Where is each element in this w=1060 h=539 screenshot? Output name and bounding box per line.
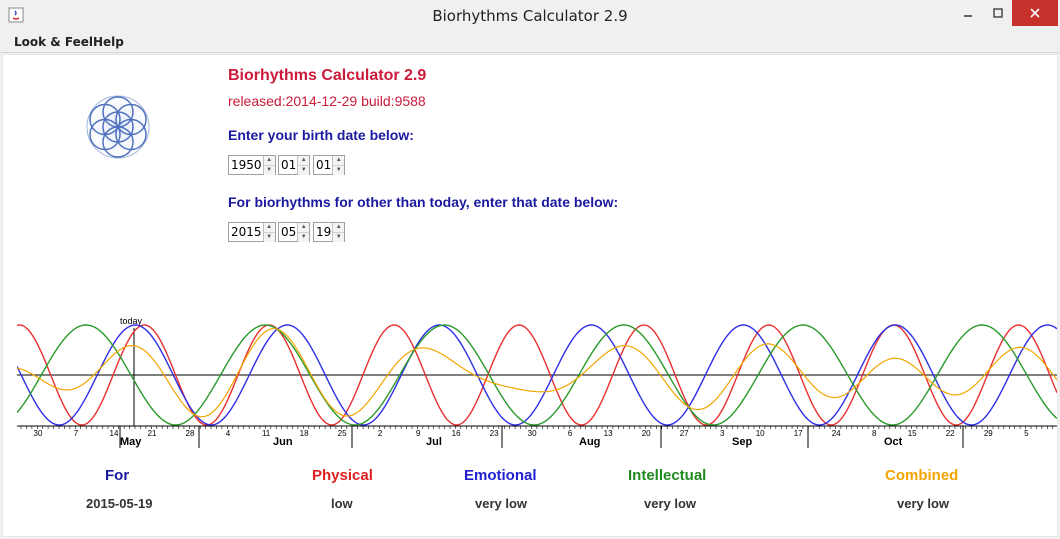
birth-month-value[interactable]: 01 [279, 156, 297, 174]
close-icon [1030, 8, 1040, 18]
chart-day-label: 11 [262, 429, 271, 438]
maximize-icon [993, 8, 1003, 18]
minimize-icon [964, 15, 972, 17]
birth-year-arrows[interactable]: ▲ ▼ [262, 156, 275, 175]
emotional-label: Emotional [464, 467, 537, 484]
physical-label: Physical [312, 467, 373, 484]
birth-year-spinner[interactable]: 1950 ▲ ▼ [228, 155, 276, 175]
spin-up-icon[interactable]: ▲ [298, 223, 310, 233]
spin-down-icon[interactable]: ▼ [298, 166, 310, 175]
birth-day-spinner[interactable]: 01 ▲ ▼ [313, 155, 346, 175]
spin-down-icon[interactable]: ▼ [333, 233, 345, 242]
chart-day-label: 5 [1024, 429, 1029, 438]
target-year-value[interactable]: 2015 [229, 223, 263, 241]
chart-month-label: Oct [884, 436, 903, 448]
chart-day-label: 29 [984, 429, 993, 438]
chart-day-label: 28 [186, 429, 195, 438]
chart-month-label: Sep [732, 436, 752, 448]
close-button[interactable] [1012, 0, 1058, 26]
intellectual-label: Intellectual [628, 467, 707, 484]
chart-day-label: 22 [946, 429, 955, 438]
chart-day-label: 10 [756, 429, 765, 438]
chart-day-label: 27 [680, 429, 689, 438]
chart-day-label: 6 [568, 429, 573, 438]
chart-day-label: 8 [872, 429, 877, 438]
spin-down-icon[interactable]: ▼ [333, 166, 345, 175]
physical-value: low [331, 496, 353, 511]
app-window: Biorhythms Calculator 2.9 Look & Feel He… [0, 0, 1060, 539]
spin-up-icon[interactable]: ▲ [263, 223, 275, 233]
birth-day-value[interactable]: 01 [314, 156, 332, 174]
title-bar[interactable]: Biorhythms Calculator 2.9 [0, 0, 1060, 31]
chart-day-label: 30 [528, 429, 537, 438]
target-month-value[interactable]: 05 [279, 223, 297, 241]
chart-day-label: 20 [642, 429, 651, 438]
target-date-prompt: For biorhythms for other than today, ent… [228, 194, 619, 210]
birth-year-value[interactable]: 1950 [229, 156, 263, 174]
menu-look-and-feel[interactable]: Look & Feel [14, 35, 93, 49]
window-title: Biorhythms Calculator 2.9 [432, 7, 628, 25]
chart-day-label: 21 [148, 429, 157, 438]
flower-of-life-logo [86, 95, 150, 159]
main-panel [2, 54, 1058, 537]
birth-date-prompt: Enter your birth date below: [228, 127, 414, 143]
for-date-value: 2015-05-19 [86, 496, 153, 511]
target-month-spinner[interactable]: 05 ▲ ▼ [278, 222, 311, 242]
chart-day-label: 9 [416, 429, 421, 438]
birth-day-arrows[interactable]: ▲ ▼ [332, 156, 345, 175]
for-label: For [105, 467, 130, 484]
chart-day-label: 4 [226, 429, 231, 438]
spin-up-icon[interactable]: ▲ [263, 156, 275, 166]
chart-day-label: 16 [452, 429, 461, 438]
app-heading: Biorhythms Calculator 2.9 [228, 67, 427, 84]
target-day-spinner[interactable]: 19 ▲ ▼ [313, 222, 346, 242]
spin-up-icon[interactable]: ▲ [298, 156, 310, 166]
chart-day-label: 24 [832, 429, 841, 438]
chart-month-label: Jul [426, 436, 442, 448]
target-year-arrows[interactable]: ▲ ▼ [262, 223, 275, 242]
spin-up-icon[interactable]: ▲ [333, 223, 345, 233]
target-day-value[interactable]: 19 [314, 223, 332, 241]
release-info: released:2014-12-29 build:9588 [228, 93, 426, 109]
chart-day-label: 17 [794, 429, 803, 438]
spin-up-icon[interactable]: ▲ [333, 156, 345, 166]
target-day-arrows[interactable]: ▲ ▼ [332, 223, 345, 242]
chart-today-label: today [120, 316, 143, 326]
target-month-arrows[interactable]: ▲ ▼ [297, 223, 310, 242]
series-line-combined [17, 328, 1057, 418]
combined-value: very low [897, 496, 950, 511]
chart-day-label: 3 [720, 429, 725, 438]
intellectual-value: very low [644, 496, 697, 511]
birth-month-spinner[interactable]: 01 ▲ ▼ [278, 155, 311, 175]
menu-help[interactable]: Help [93, 35, 124, 49]
chart-day-label: 23 [490, 429, 499, 438]
emotional-value: very low [475, 496, 528, 511]
combined-label: Combined [885, 467, 959, 484]
minimize-button[interactable] [952, 0, 984, 26]
chart-day-label: 30 [34, 429, 43, 438]
chart-month-label: Jun [273, 436, 293, 448]
chart-day-label: 2 [378, 429, 383, 438]
chart-day-label: 13 [604, 429, 613, 438]
chart-day-label: 14 [110, 429, 119, 438]
chart-month-label: Aug [579, 436, 600, 448]
biorhythm-chart: today30 7 14 21 28 4 11 18 25 2 9 16 23 30 6 13 20 27 3 10 1… [17, 316, 1057, 448]
spin-down-icon[interactable]: ▼ [263, 233, 275, 242]
menu-bar: Look & Feel Help [0, 31, 1060, 53]
chart-day-label: 25 [338, 429, 347, 438]
chart-day-label: 18 [300, 429, 309, 438]
birth-month-arrows[interactable]: ▲ ▼ [297, 156, 310, 175]
maximize-button[interactable] [982, 0, 1014, 26]
chart-day-label: 7 [74, 429, 79, 438]
target-year-spinner[interactable]: 2015 ▲ ▼ [228, 222, 276, 242]
chart-day-label: 15 [908, 429, 917, 438]
spin-down-icon[interactable]: ▼ [263, 166, 275, 175]
chart-month-label: May [120, 436, 142, 448]
spin-down-icon[interactable]: ▼ [298, 233, 310, 242]
